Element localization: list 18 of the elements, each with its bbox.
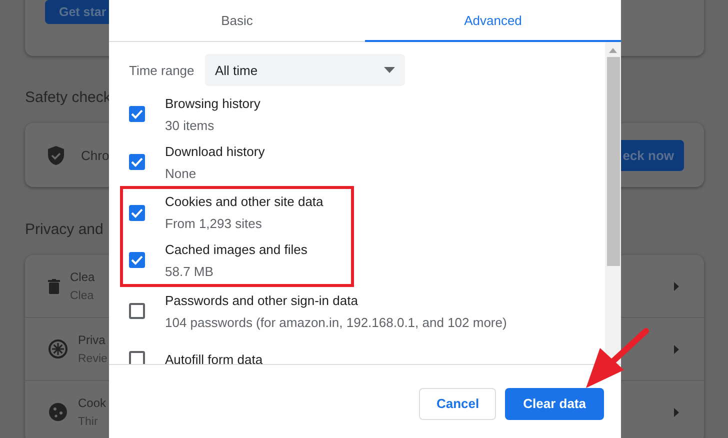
row-title: Cook [78,396,106,410]
item-title: Cookies and other site data [165,194,324,210]
item-title: Autofill form data [165,352,263,364]
safety-check-text: Chro [81,148,110,162]
item-subtitle: From 1,293 sites [165,216,263,232]
item-subtitle: 30 items [165,118,216,132]
section-heading: Privacy and [25,221,104,238]
item-title: Browsing history [165,96,260,110]
section-heading: Safety check [25,89,111,106]
item-title: Download history [165,144,265,158]
time-range-label: Time range [129,62,196,78]
item-subtitle: 104 passwords (for amazon.in, 192.168.0.1, and 102 more) [165,314,507,330]
item-title: Cached images and files [165,242,308,257]
item-title: Passwords and other sign-in data [165,292,359,308]
row-title: Clea [70,270,95,284]
item-subtitle: 58.7 MB [165,264,214,279]
item-subtitle: None [165,166,198,180]
row-title: Priva [78,333,106,347]
